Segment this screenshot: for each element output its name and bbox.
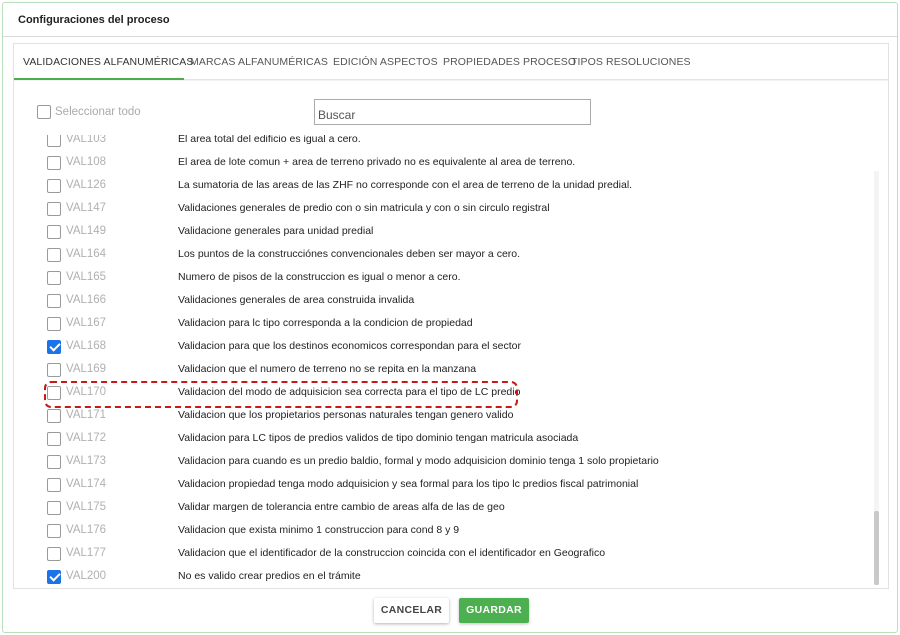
validation-code: VAL171 [66,409,107,421]
validation-code: VAL177 [66,547,107,559]
validation-code: VAL173 [66,455,107,467]
validation-description: Validacion que el numero de terreno no s… [178,363,477,375]
validation-row[interactable]: VAL103 El area total del edificio es igua… [14,135,864,152]
validation-description: La sumatoria de las areas de las ZHF no … [178,179,633,191]
tab-marcas-alfanumericas[interactable]: MARCAS ALFANUMÉRICAS [190,56,328,68]
validation-description: Validacion del modo de adquisicion sea c… [178,386,521,398]
validation-row[interactable]: VAL169 Validacion que el numero de terren… [14,359,864,382]
validation-code: VAL169 [66,363,107,375]
validation-description: Los puntos de la construcciónes convenci… [178,248,521,260]
validation-checkbox[interactable] [47,547,61,561]
validation-row[interactable]: VAL108 El area de lote comun + area de te… [14,152,864,175]
validation-checkbox[interactable] [47,386,61,400]
validation-code: VAL166 [66,294,107,306]
validation-row[interactable]: VAL200 No es valido crear predios en el t… [14,566,864,585]
select-all-label: Seleccionar todo [55,106,141,118]
validation-checkbox[interactable] [47,135,61,147]
validation-checkbox[interactable] [47,363,61,377]
validation-description: No es valido crear predios en el trámite [178,570,361,582]
validation-code: VAL126 [66,179,107,191]
active-tab-indicator [14,78,184,80]
validation-row[interactable]: VAL175 Validar margen de tolerancia entre… [14,497,864,520]
validation-code: VAL168 [66,340,107,352]
validation-checkbox[interactable] [47,340,61,354]
scrollbar-thumb[interactable] [874,511,879,585]
validation-description: Validaciones generales de predio con o s… [178,202,550,214]
validation-row[interactable]: VAL164 Los puntos de la construcciónes co… [14,244,864,267]
validation-checkbox[interactable] [47,225,61,239]
validation-code: VAL174 [66,478,107,490]
validation-code: VAL108 [66,156,107,168]
validation-description: Validacion para que los destinos economi… [178,340,522,352]
tab-validaciones-alfanumericas[interactable]: VALIDACIONES ALFANUMÉRICAS [23,56,193,68]
validation-code: VAL103 [66,135,107,145]
validation-row[interactable]: VAL147 Validaciones generales de predio c… [14,198,864,221]
validation-code: VAL175 [66,501,107,513]
validation-checkbox[interactable] [47,202,61,216]
validation-description: Validacione generales para unidad predia… [178,225,374,237]
validation-description: Validacion para cuando es un predio bald… [178,455,659,467]
validation-description: Validacion propiedad tenga modo adquisic… [178,478,639,490]
validation-code: VAL170 [66,386,107,398]
validation-checkbox[interactable] [47,179,61,193]
validation-code: VAL165 [66,271,107,283]
validation-description: Validacion que los propietarios personas… [178,409,514,421]
dialog-title: Configuraciones del proceso [18,14,170,26]
select-all-checkbox[interactable] [37,105,51,119]
validation-row[interactable]: VAL167 Validacion para lc tipo correspond… [14,313,864,336]
tab-bar: VALIDACIONES ALFANUMÉRICAS MARCAS ALFANU… [14,44,888,80]
validation-description: El area de lote comun + area de terreno … [178,156,576,168]
validations-content: Seleccionar todo VAL103 El area total del… [14,81,888,588]
validation-code: VAL200 [66,570,107,582]
tab-tipos-resoluciones[interactable]: TIPOS RESOLUCIONES [571,56,691,68]
validation-row[interactable]: VAL126 La sumatoria de las areas de las Z… [14,175,864,198]
validation-description: Validar margen de tolerancia entre cambi… [178,501,505,513]
validation-description: Validacion para LC tipos de predios vali… [178,432,579,444]
title-divider [3,36,897,37]
validation-description: Validacion que exista minimo 1 construcc… [178,524,460,536]
validation-row[interactable]: VAL176 Validacion que exista minimo 1 con… [14,520,864,543]
validation-row[interactable]: VAL170 Validacion del modo de adquisicion… [14,382,864,405]
validation-checkbox[interactable] [47,501,61,515]
validation-checkbox[interactable] [47,271,61,285]
validation-description: Numero de pisos de la construccion es ig… [178,271,461,283]
validation-checkbox[interactable] [47,294,61,308]
validation-list: VAL103 El area total del edificio es igua… [14,135,874,585]
validation-code: VAL164 [66,248,107,260]
validation-checkbox[interactable] [47,156,61,170]
validation-description: El area total del edificio es igual a ce… [178,135,361,145]
validation-checkbox[interactable] [47,409,61,423]
validation-row[interactable]: VAL174 Validacion propiedad tenga modo ad… [14,474,864,497]
validation-row[interactable]: VAL168 Validacion para que los destinos e… [14,336,864,359]
validation-code: VAL149 [66,225,107,237]
validation-checkbox[interactable] [47,570,61,584]
validation-row[interactable]: VAL171 Validacion que los propietarios pe… [14,405,864,428]
validation-row[interactable]: VAL173 Validacion para cuando es un predi… [14,451,864,474]
validation-row[interactable]: VAL149 Validacione generales para unidad … [14,221,864,244]
validation-checkbox[interactable] [47,317,61,331]
validation-checkbox[interactable] [47,455,61,469]
save-button[interactable]: GUARDAR [459,598,529,623]
search-input[interactable] [314,99,591,125]
validation-checkbox[interactable] [47,248,61,262]
validation-code: VAL176 [66,524,107,536]
process-config-dialog: Configuraciones del proceso VALIDACIONES… [2,2,898,633]
validation-description: Validacion que el identificador de la co… [178,547,606,559]
validation-checkbox[interactable] [47,432,61,446]
validation-code: VAL147 [66,202,107,214]
validation-code: VAL172 [66,432,107,444]
validation-description: Validaciones generales de area construid… [178,294,415,306]
validation-code: VAL167 [66,317,107,329]
validation-checkbox[interactable] [47,478,61,492]
validation-description: Validacion para lc tipo corresponda a la… [178,317,473,329]
validation-row[interactable]: VAL165 Numero de pisos de la construccion… [14,267,864,290]
tab-edicion-aspectos[interactable]: EDICIÓN ASPECTOS [333,56,438,68]
cancel-button[interactable]: CANCELAR [374,598,449,623]
validation-row[interactable]: VAL166 Validaciones generales de area con… [14,290,864,313]
validation-row[interactable]: VAL177 Validacion que el identificador de… [14,543,864,566]
validation-row[interactable]: VAL172 Validacion para LC tipos de predio… [14,428,864,451]
validation-checkbox[interactable] [47,524,61,538]
tab-panel: VALIDACIONES ALFANUMÉRICAS MARCAS ALFANU… [13,43,889,589]
tab-propiedades-proceso[interactable]: PROPIEDADES PROCESO [443,56,576,68]
